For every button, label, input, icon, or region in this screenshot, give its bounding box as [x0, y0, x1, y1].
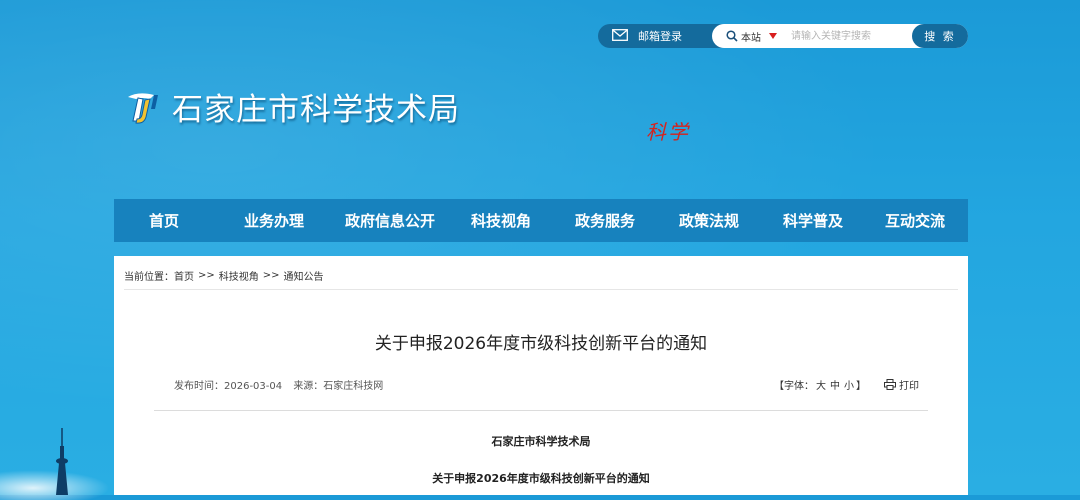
font-size-medium-button[interactable]: 中	[830, 377, 840, 392]
font-size-suffix: 】	[856, 381, 866, 392]
font-size-prefix: 【字体：	[774, 381, 814, 392]
search-button[interactable]: 搜 索	[912, 24, 968, 48]
breadcrumb-prefix: 当前位置：	[124, 272, 174, 283]
nav-item-science[interactable]: 科学普及	[764, 210, 862, 231]
tv-tower-illustration	[56, 428, 68, 495]
nav-item-gov-info[interactable]: 政府信息公开	[334, 210, 446, 231]
article-panel: 当前位置： 首页 >> 科技视角 >> 通知公告 关于申报2026年度市级科技创…	[114, 256, 968, 495]
font-size-small-button[interactable]: 小	[844, 377, 854, 392]
search-bar: 本站 搜 索	[712, 24, 968, 48]
breadcrumb-notices[interactable]: 通知公告	[284, 268, 324, 283]
breadcrumb-home[interactable]: 首页	[174, 268, 194, 283]
bureau-emblem-icon	[128, 92, 158, 124]
publish-date: 发布时间：2026-03-04	[174, 381, 283, 392]
nav-item-services[interactable]: 政务服务	[556, 210, 654, 231]
search-scope-select[interactable]: 本站	[741, 29, 761, 44]
mailbox-login-label: 邮箱登录	[638, 30, 682, 43]
article-meta: 发布时间：2026-03-04 来源：石家庄科技网	[174, 377, 391, 392]
chevron-down-icon[interactable]	[769, 33, 777, 39]
breadcrumb-separator: >>	[198, 270, 215, 281]
nav-item-interaction[interactable]: 互动交流	[862, 210, 968, 231]
article-title: 关于申报2026年度市级科技创新平台的通知	[374, 334, 708, 354]
font-size-large-button[interactable]: 大	[816, 377, 826, 392]
mail-icon	[612, 28, 628, 44]
nav-item-business[interactable]: 业务办理	[214, 210, 334, 231]
site-name: 石家庄市科学技术局	[172, 92, 460, 128]
breadcrumb-tech-view[interactable]: 科技视角	[219, 268, 259, 283]
divider	[124, 289, 958, 290]
nav-item-home[interactable]: 首页	[114, 210, 214, 231]
main-nav: 首页 业务办理 政府信息公开 科技视角 政务服务 政策法规 科学普及 互动交流	[114, 199, 968, 242]
breadcrumb: 当前位置： 首页 >> 科技视角 >> 通知公告	[124, 268, 324, 283]
nav-item-tech-view[interactable]: 科技视角	[446, 210, 556, 231]
article-source: 来源：石家庄科技网	[293, 381, 384, 392]
divider	[154, 410, 928, 411]
search-input[interactable]	[789, 29, 911, 43]
article-body-title: 关于申报2026年度市级科技创新平台的通知	[432, 472, 650, 485]
print-button[interactable]: 打印	[884, 377, 919, 392]
search-icon	[726, 27, 738, 46]
breadcrumb-separator: >>	[262, 270, 280, 281]
article-body-org: 石家庄市科学技术局	[491, 435, 591, 448]
mailbox-login-button[interactable]: 邮箱登录	[598, 24, 722, 48]
printer-icon	[884, 379, 896, 390]
science-calligraphy: 科学	[646, 120, 690, 144]
nav-item-policy[interactable]: 政策法规	[654, 210, 764, 231]
article-tools: 【字体： 大 中 小 】 打印	[774, 377, 919, 392]
site-logo[interactable]: 石家庄市科学技术局	[124, 84, 460, 129]
print-label: 打印	[899, 381, 919, 392]
